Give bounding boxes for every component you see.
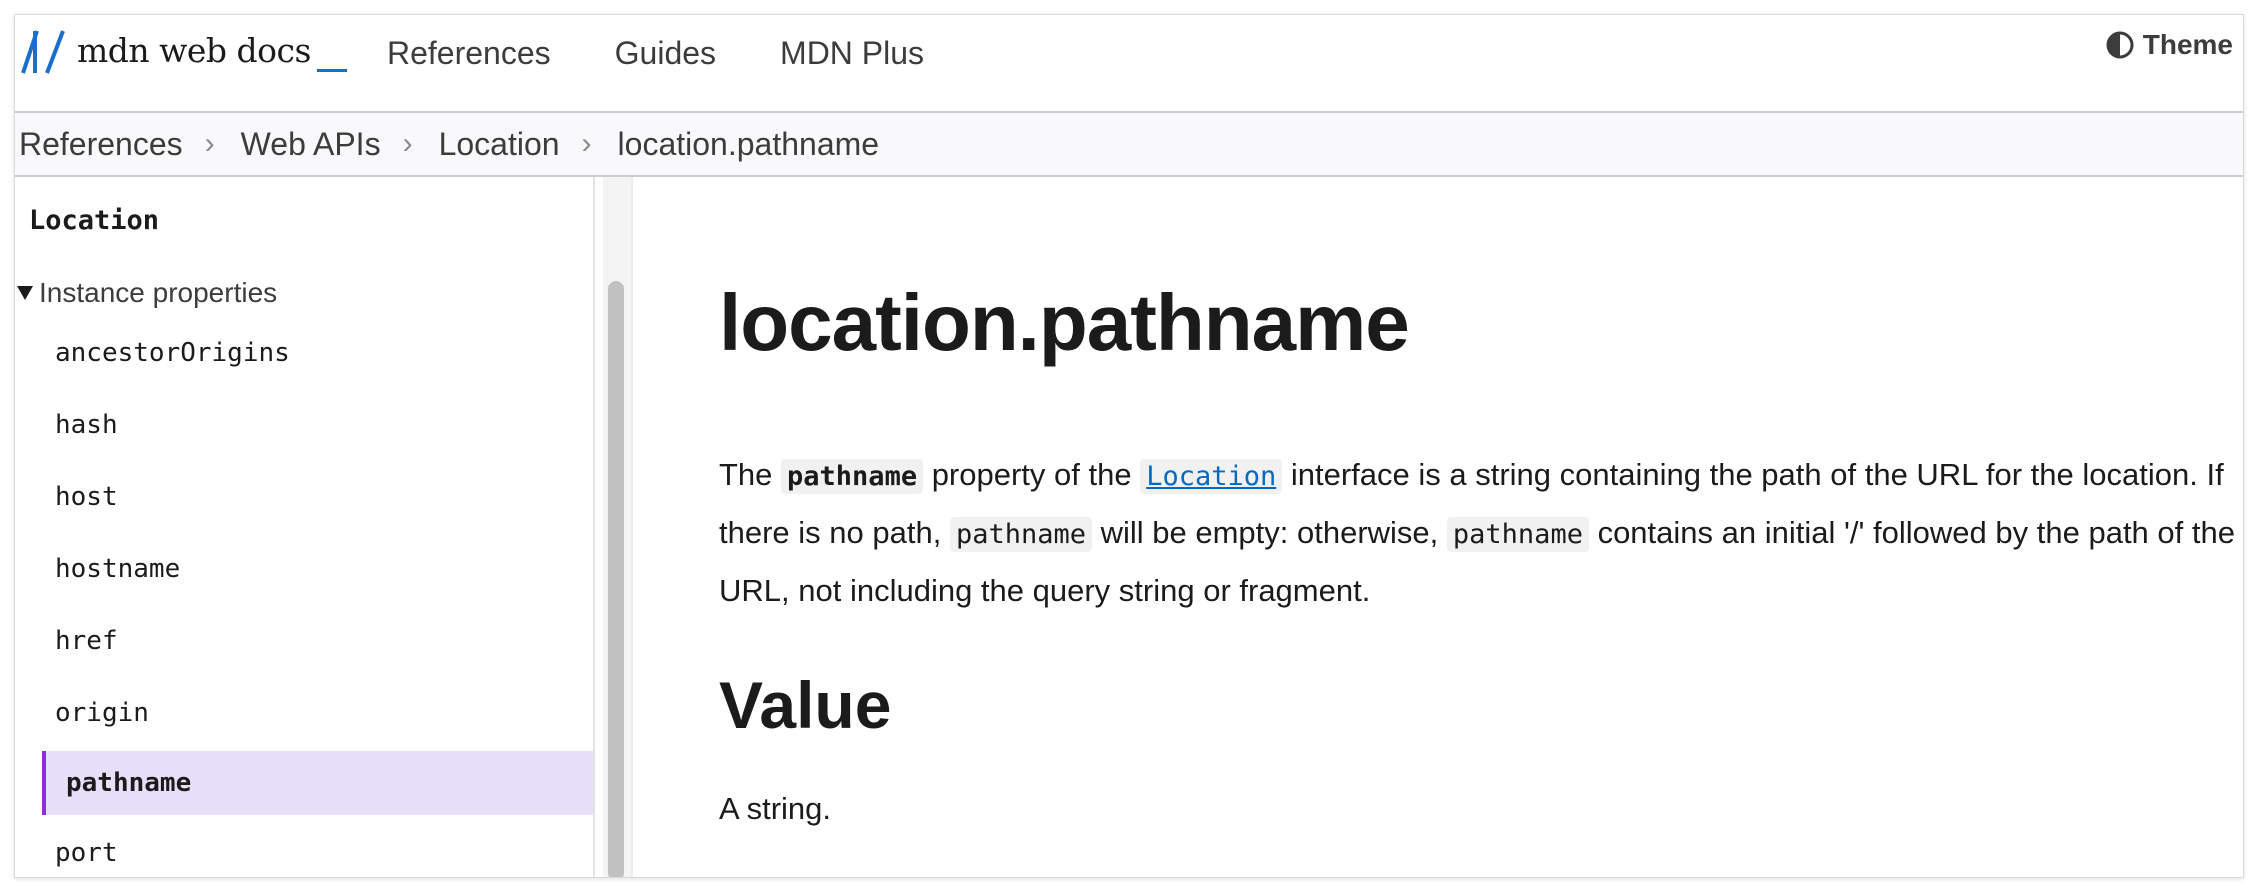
page-title: location.pathname (719, 278, 1410, 367)
intro-text: The (719, 457, 782, 492)
intro-text: property of the (923, 457, 1141, 492)
breadcrumb-separator-icon: › (402, 127, 413, 160)
inline-code: pathname (781, 459, 924, 494)
theme-button[interactable]: Theme (2105, 29, 2233, 61)
sidebar-item-href[interactable]: href (15, 605, 593, 677)
intro-text: will be empty: otherwise, (1091, 515, 1447, 550)
logo-text: mdn web docs (77, 31, 311, 70)
inline-code: pathname (949, 517, 1092, 552)
theme-contrast-icon (2106, 31, 2134, 59)
main-nav: References Guides MDN Plus (387, 27, 988, 80)
top-navigation: mdn web docs References Guides MDN Plus … (15, 15, 2243, 113)
inline-code: pathname (1446, 517, 1589, 552)
sidebar-list: ancestorOrigins hash host hostname href … (15, 317, 593, 877)
breadcrumb-separator-icon: › (204, 127, 215, 160)
browser-page: mdn web docs References Guides MDN Plus … (14, 14, 2244, 878)
breadcrumb-references[interactable]: References (15, 126, 183, 163)
breadcrumb-separator-icon: › (581, 127, 592, 160)
location-link[interactable]: Location (1146, 461, 1276, 492)
mdn-logo-icon (21, 30, 65, 74)
scrollbar-thumb[interactable] (608, 281, 624, 877)
sidebar-item-ancestororigins[interactable]: ancestorOrigins (15, 317, 593, 389)
logo-underscore (316, 69, 347, 72)
location-link-code: Location (1140, 459, 1283, 494)
sidebar-item-origin[interactable]: origin (15, 677, 593, 749)
theme-label: Theme (2142, 29, 2233, 60)
breadcrumb: References › Web APIs › Location › locat… (15, 113, 2243, 177)
sidebar-title[interactable]: Location (29, 205, 159, 236)
value-heading: Value (719, 668, 892, 742)
sidebar-item-port[interactable]: port (15, 817, 593, 877)
sidebar-section-label: Instance properties (39, 277, 278, 308)
nav-guides[interactable]: Guides (615, 27, 716, 80)
breadcrumb-current: location.pathname (617, 125, 880, 162)
nav-references[interactable]: References (387, 27, 551, 80)
intro-paragraph: The pathname property of the Location in… (719, 447, 2239, 619)
sidebar-item-hostname[interactable]: hostname (15, 533, 593, 605)
sidebar-item-pathname[interactable]: pathname (42, 751, 593, 815)
value-description: A string. (719, 791, 831, 826)
disclosure-triangle-icon (17, 286, 33, 300)
breadcrumb-location[interactable]: Location (435, 126, 560, 163)
nav-mdn-plus[interactable]: MDN Plus (780, 27, 924, 80)
sidebar-item-hash[interactable]: hash (15, 389, 593, 461)
sidebar-scrollbar[interactable] (603, 177, 631, 877)
sidebar-section-toggle[interactable]: Instance properties (17, 277, 277, 309)
sidebar-item-host[interactable]: host (15, 461, 593, 533)
breadcrumb-web-apis[interactable]: Web APIs (237, 126, 381, 163)
sidebar: Location Instance properties ancestorOri… (15, 177, 595, 877)
mdn-logo[interactable]: mdn web docs (19, 29, 347, 85)
content-divider (631, 177, 633, 877)
